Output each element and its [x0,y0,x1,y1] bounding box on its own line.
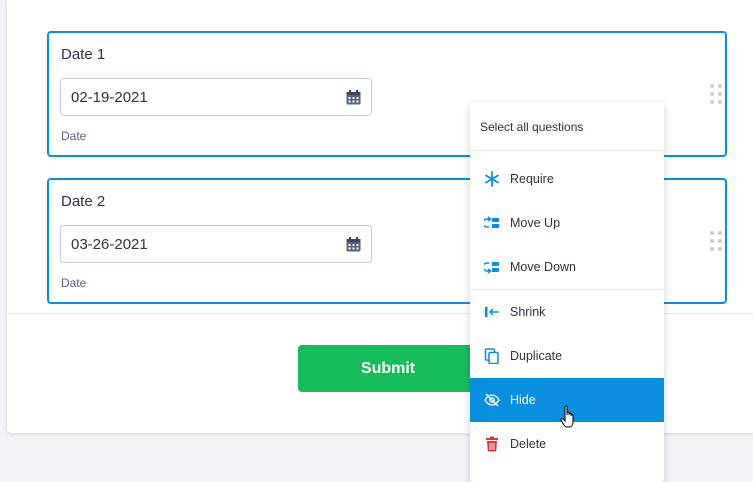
menu-item-duplicate[interactable]: Duplicate [470,334,664,378]
field-sublabel: Date [61,276,87,290]
hide-icon [484,393,500,407]
menu-item-move-down[interactable]: Move Down [470,245,664,289]
menu-item-shrink[interactable]: Shrink [470,290,664,334]
calendar-icon[interactable] [346,90,361,105]
move-up-icon [484,216,499,228]
shrink-icon [485,307,499,317]
duplicate-icon [484,348,499,364]
trash-icon [486,436,498,452]
asterisk-icon [485,171,499,187]
menu-item-label: Hide [510,393,536,407]
drag-handle-icon[interactable] [709,83,723,105]
question-label: Date 1 [61,46,106,63]
date-value: 03-26-2021 [71,236,148,253]
date-value: 02-19-2021 [71,89,148,106]
calendar-icon[interactable] [346,237,361,252]
menu-item-move-up[interactable]: Move Up [470,201,664,245]
move-down-icon [484,262,499,274]
drag-handle-icon[interactable] [709,230,723,252]
submit-button[interactable]: Submit [298,345,478,392]
menu-item-label: Require [510,172,554,186]
menu-item-label: Shrink [510,305,546,319]
date-field[interactable]: 02-19-2021 [60,78,372,116]
menu-item-label: Delete [510,437,547,451]
menu-item-label: Move Up [510,216,561,230]
pointer-cursor-icon [560,405,574,428]
menu-item-require[interactable]: Require [470,157,664,201]
date-field[interactable]: 03-26-2021 [60,225,372,263]
menu-item-label: Move Down [510,260,576,274]
field-sublabel: Date [61,129,87,143]
select-all-questions[interactable]: Select all questions [470,102,664,151]
question-label: Date 2 [61,193,106,210]
menu-item-label: Duplicate [510,349,563,363]
